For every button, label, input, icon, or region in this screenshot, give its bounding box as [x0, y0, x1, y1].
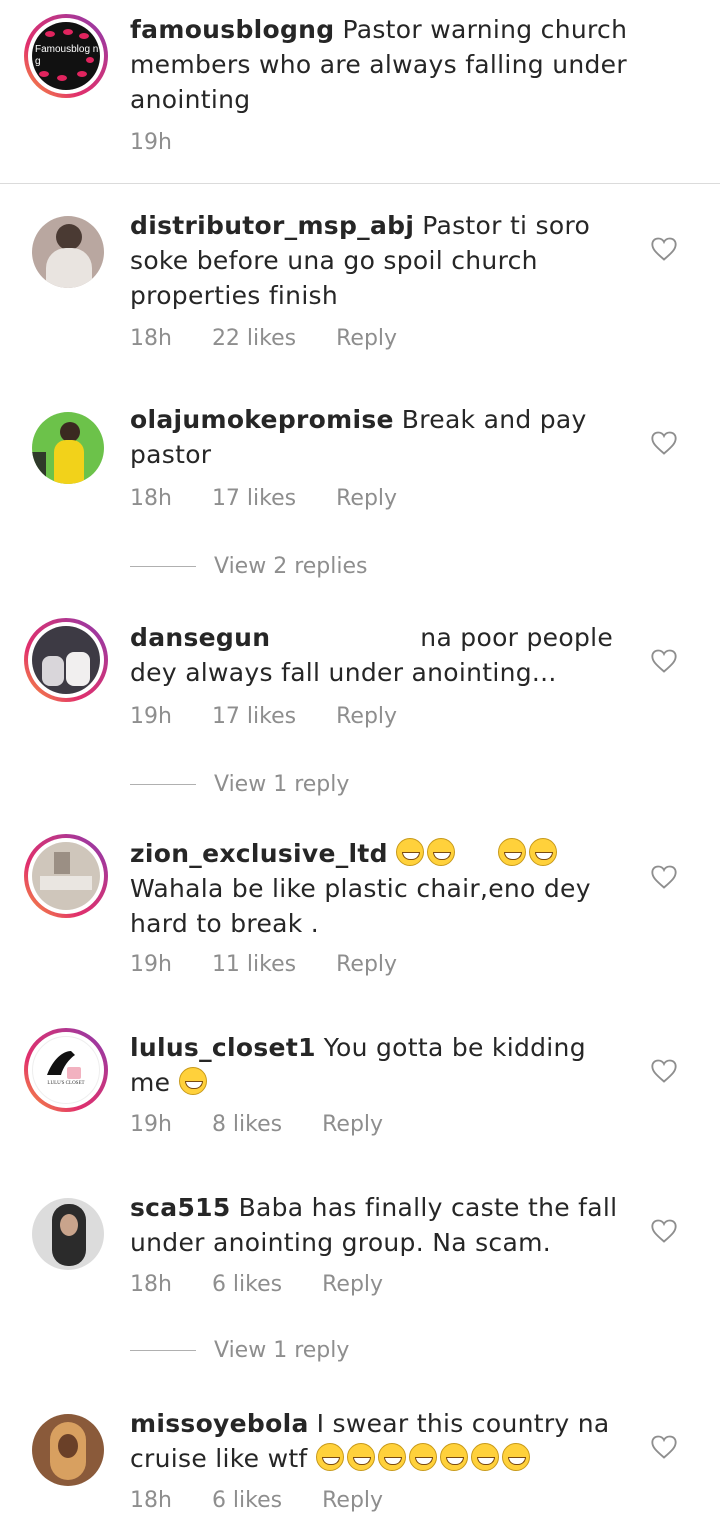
grinning-face-icon	[315, 1443, 344, 1471]
heart-outline-icon[interactable]	[650, 430, 678, 456]
likes-count[interactable]: 6 likes	[212, 1488, 282, 1513]
avatar-story-ring[interactable]: LULU'S CLOSET	[24, 1028, 108, 1112]
emoji-group	[395, 838, 458, 868]
emoji-group	[315, 1443, 533, 1473]
comment-body: olajumokepromise Break and pay pastor	[130, 402, 630, 472]
avatar[interactable]	[32, 412, 104, 484]
comment-time: 18h	[130, 326, 172, 351]
comment-time: 18h	[130, 1272, 172, 1297]
grinning-face-icon	[497, 838, 526, 866]
comment-meta: 18h 17 likes Reply	[130, 486, 397, 511]
avatar: Famousblog ng	[32, 22, 100, 90]
comment-body: lulus_closet1 You gotta be kidding me	[130, 1030, 630, 1100]
avatar[interactable]	[32, 216, 104, 288]
avatar-brand-text: LULU'S CLOSET	[47, 1081, 85, 1086]
view-replies-link[interactable]: View 2 replies	[130, 554, 367, 579]
heart-outline-icon[interactable]	[650, 864, 678, 890]
grinning-face-icon	[528, 838, 557, 866]
grinning-face-icon	[501, 1443, 530, 1471]
avatar	[32, 842, 100, 910]
post-username[interactable]: famousblogng	[130, 15, 334, 44]
grinning-face-icon	[439, 1443, 468, 1471]
comment-meta: 18h 22 likes Reply	[130, 326, 397, 351]
avatar	[32, 626, 100, 694]
post-avatar-ring[interactable]: Famousblog ng	[24, 14, 108, 98]
comment-body: missoyebola I swear this country na cruis…	[130, 1406, 630, 1476]
post-time: 19h	[130, 130, 172, 155]
comment-username[interactable]: olajumokepromise	[130, 405, 394, 434]
grinning-face-icon	[377, 1443, 406, 1471]
comment-meta: 19h 17 likes Reply	[130, 704, 397, 729]
grinning-face-icon	[178, 1067, 207, 1095]
replies-divider	[130, 566, 196, 567]
avatar[interactable]	[32, 1198, 104, 1270]
comment-time: 19h	[130, 1112, 172, 1137]
comment-username[interactable]: lulus_closet1	[130, 1033, 316, 1062]
likes-count[interactable]: 8 likes	[212, 1112, 282, 1137]
comment-meta: 19h 11 likes Reply	[130, 952, 397, 977]
reply-button[interactable]: Reply	[336, 326, 397, 351]
comment-body: zion_exclusive_ltd Wahala be like plasti…	[130, 836, 630, 941]
avatar-story-ring[interactable]	[24, 834, 108, 918]
emoji-group	[497, 838, 560, 868]
comment-username[interactable]: dansegun	[130, 623, 270, 652]
avatar-brand-text: Famousblog ng	[35, 44, 99, 67]
comment-username[interactable]: missoyebola	[130, 1409, 309, 1438]
replies-divider	[130, 1350, 196, 1351]
heart-outline-icon[interactable]	[650, 1058, 678, 1084]
comment-body: dansegun na poor people dey always fall u…	[130, 620, 630, 690]
likes-count[interactable]: 22 likes	[212, 326, 296, 351]
heart-outline-icon[interactable]	[650, 1434, 678, 1460]
grinning-face-icon	[346, 1443, 375, 1471]
view-replies-label[interactable]: View 2 replies	[214, 554, 367, 579]
grinning-face-icon	[426, 838, 455, 866]
grinning-face-icon	[408, 1443, 437, 1471]
comment-time: 19h	[130, 952, 172, 977]
reply-button[interactable]: Reply	[336, 952, 397, 977]
comment-meta: 19h 8 likes Reply	[130, 1112, 383, 1137]
reply-button[interactable]: Reply	[322, 1272, 383, 1297]
post-caption: Famousblog ng famousblogng Pastor warning…	[0, 0, 720, 184]
likes-count[interactable]: 6 likes	[212, 1272, 282, 1297]
comment-meta: 18h 6 likes Reply	[130, 1272, 383, 1297]
reply-button[interactable]: Reply	[322, 1112, 383, 1137]
likes-count[interactable]: 11 likes	[212, 952, 296, 977]
grinning-face-icon	[395, 838, 424, 866]
comment-body: sca515 Baba has finally caste the fall un…	[130, 1190, 630, 1260]
likes-count[interactable]: 17 likes	[212, 704, 296, 729]
avatar: LULU'S CLOSET	[32, 1036, 100, 1104]
reply-button[interactable]: Reply	[322, 1488, 383, 1513]
heart-outline-icon[interactable]	[650, 236, 678, 262]
heart-outline-icon[interactable]	[650, 648, 678, 674]
avatar-story-ring[interactable]	[24, 618, 108, 702]
reply-button[interactable]: Reply	[336, 704, 397, 729]
comment-body: distributor_msp_abj Pastor ti soro soke b…	[130, 208, 630, 313]
heart-outline-icon[interactable]	[650, 1218, 678, 1244]
comment-username[interactable]: distributor_msp_abj	[130, 211, 414, 240]
post-meta: 19h	[130, 130, 172, 155]
grinning-face-icon	[470, 1443, 499, 1471]
likes-count[interactable]: 17 likes	[212, 486, 296, 511]
replies-divider	[130, 784, 196, 785]
comment-time: 19h	[130, 704, 172, 729]
comment-meta: 18h 6 likes Reply	[130, 1488, 383, 1513]
view-replies-link[interactable]: View 1 reply	[130, 1338, 349, 1363]
view-replies-label[interactable]: View 1 reply	[214, 1338, 349, 1363]
view-replies-label[interactable]: View 1 reply	[214, 772, 349, 797]
high-heel-shoe-icon	[47, 1051, 81, 1079]
caption-text-block: famousblogng Pastor warning church member…	[130, 12, 630, 117]
comment-username[interactable]: sca515	[130, 1193, 231, 1222]
avatar[interactable]	[32, 1414, 104, 1486]
reply-button[interactable]: Reply	[336, 486, 397, 511]
comment-text: Wahala be like plastic chair,eno dey har…	[130, 874, 591, 938]
comment-time: 18h	[130, 1488, 172, 1513]
comment-username[interactable]: zion_exclusive_ltd	[130, 839, 388, 868]
comment-time: 18h	[130, 486, 172, 511]
view-replies-link[interactable]: View 1 reply	[130, 772, 349, 797]
